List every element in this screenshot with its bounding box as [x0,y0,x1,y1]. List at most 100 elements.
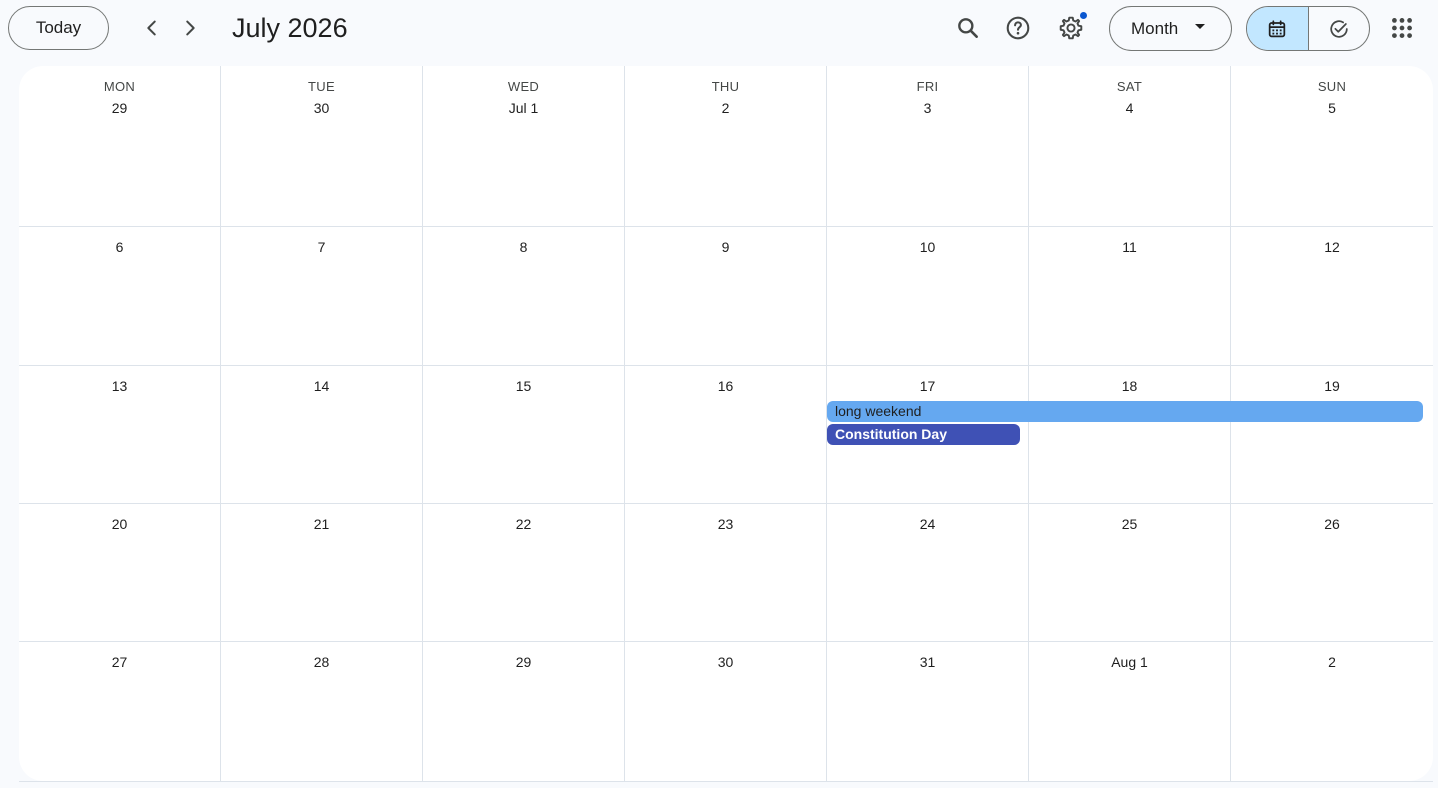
day-cell[interactable]: WED Jul 1 [423,66,625,227]
day-cell[interactable]: 2 [1231,642,1433,781]
view-select-dropdown[interactable]: Month [1109,6,1232,51]
day-number[interactable]: 2 [1231,654,1433,670]
day-number[interactable]: 15 [423,378,624,394]
day-number[interactable]: 18 [1029,378,1230,394]
day-number[interactable]: 3 [827,100,1028,116]
day-number[interactable]: 16 [625,378,826,394]
day-cell[interactable]: TUE 30 [221,66,423,227]
day-number[interactable]: Aug 1 [1029,654,1230,670]
weekday-label: SAT [1116,79,1143,94]
day-number[interactable]: 26 [1231,516,1433,532]
day-number[interactable]: 2 [625,100,826,116]
day-number[interactable]: 6 [19,239,220,255]
day-number[interactable]: 29 [423,654,624,670]
apps-grid-icon [1392,18,1412,38]
caret-down-icon [1195,24,1205,29]
day-cell[interactable]: 8 [423,227,625,366]
chevron-right-icon [186,20,195,36]
day-number[interactable]: 23 [625,516,826,532]
help-button[interactable] [998,8,1038,48]
day-number[interactable]: 8 [423,239,624,255]
day-number[interactable]: 30 [625,654,826,670]
day-cell[interactable]: 11 [1029,227,1231,366]
day-cell[interactable]: 9 [625,227,827,366]
day-number[interactable]: 21 [221,516,422,532]
day-cell[interactable]: 6 [19,227,221,366]
weekday-label: FRI [916,79,939,94]
day-cell[interactable]: 18 [1029,366,1231,504]
day-cell[interactable]: 19 [1231,366,1433,504]
apps-button[interactable] [1382,8,1422,48]
day-number[interactable]: 29 [19,100,220,116]
day-cell[interactable]: 15 [423,366,625,504]
day-number[interactable]: 17 [827,378,1028,394]
day-number[interactable]: 7 [221,239,422,255]
calendar-view-toggle[interactable] [1247,7,1309,50]
month-title: July 2026 [232,13,348,43]
day-cell[interactable]: 13 [19,366,221,504]
weekday-label: SUN [1317,79,1347,94]
day-cell[interactable]: 29 [423,642,625,781]
day-cell[interactable]: MON 29 [19,66,221,227]
day-cell[interactable]: 25 [1029,504,1231,642]
day-number[interactable]: 5 [1231,100,1433,116]
day-cell[interactable]: 14 [221,366,423,504]
tasks-view-toggle[interactable] [1309,7,1370,50]
day-number[interactable]: 10 [827,239,1028,255]
day-number[interactable]: 19 [1231,378,1433,394]
day-cell[interactable]: 31 [827,642,1029,781]
gear-icon [1059,16,1083,40]
day-number[interactable]: 14 [221,378,422,394]
day-number[interactable]: 12 [1231,239,1433,255]
month-grid: MON 29 TUE 30 WED Jul 1 THU 2 FRI 3 SAT 4 SUN 5 6 7 8 9 10… [19,66,1433,781]
chevron-left-icon [147,20,156,36]
day-number[interactable]: 27 [19,654,220,670]
day-number[interactable]: 20 [19,516,220,532]
day-cell[interactable]: 24 [827,504,1029,642]
day-cell[interactable]: 20 [19,504,221,642]
day-number[interactable]: Jul 1 [423,100,624,116]
top-bar: Today July 2026 Month [0,0,1438,60]
day-cell[interactable]: 23 [625,504,827,642]
day-cell[interactable]: 12 [1231,227,1433,366]
search-icon [958,18,978,38]
day-number[interactable]: 4 [1029,100,1230,116]
help-icon [1006,16,1030,40]
event-constitution-day[interactable]: Constitution Day [827,424,1020,445]
day-number[interactable]: 28 [221,654,422,670]
weekday-label: MON [103,79,136,94]
view-select-label: Month [1131,18,1179,38]
day-cell[interactable]: 22 [423,504,625,642]
day-cell[interactable]: SUN 5 [1231,66,1433,227]
next-month-button[interactable] [172,10,208,46]
day-cell[interactable]: 10 [827,227,1029,366]
day-cell[interactable]: 30 [625,642,827,781]
notification-dot [1080,12,1087,19]
day-cell[interactable]: Aug 1 [1029,642,1231,781]
day-number[interactable]: 30 [221,100,422,116]
day-number[interactable]: 13 [19,378,220,394]
day-cell[interactable]: SAT 4 [1029,66,1231,227]
event-long-weekend[interactable]: long weekend [827,401,1423,422]
grid-bottom-border [19,781,1433,782]
day-number[interactable]: 9 [625,239,826,255]
day-cell[interactable]: 28 [221,642,423,781]
weekday-label: TUE [308,79,335,94]
day-number[interactable]: 25 [1029,516,1230,532]
weekday-label: WED [507,79,540,94]
day-number[interactable]: 31 [827,654,1028,670]
day-cell[interactable]: THU 2 [625,66,827,227]
calendar-grid: MON 29 TUE 30 WED Jul 1 THU 2 FRI 3 SAT 4 SUN 5 6 7 8 9 10… [19,66,1433,781]
day-cell[interactable]: 16 [625,366,827,504]
previous-month-button[interactable] [134,10,170,46]
day-number[interactable]: 22 [423,516,624,532]
day-cell[interactable]: 21 [221,504,423,642]
day-cell[interactable]: FRI 3 [827,66,1029,227]
day-number[interactable]: 24 [827,516,1028,532]
day-cell[interactable]: 7 [221,227,423,366]
today-button[interactable]: Today [8,6,109,50]
day-cell[interactable]: 26 [1231,504,1433,642]
day-number[interactable]: 11 [1029,239,1230,255]
day-cell[interactable]: 27 [19,642,221,781]
search-button[interactable] [948,8,988,48]
